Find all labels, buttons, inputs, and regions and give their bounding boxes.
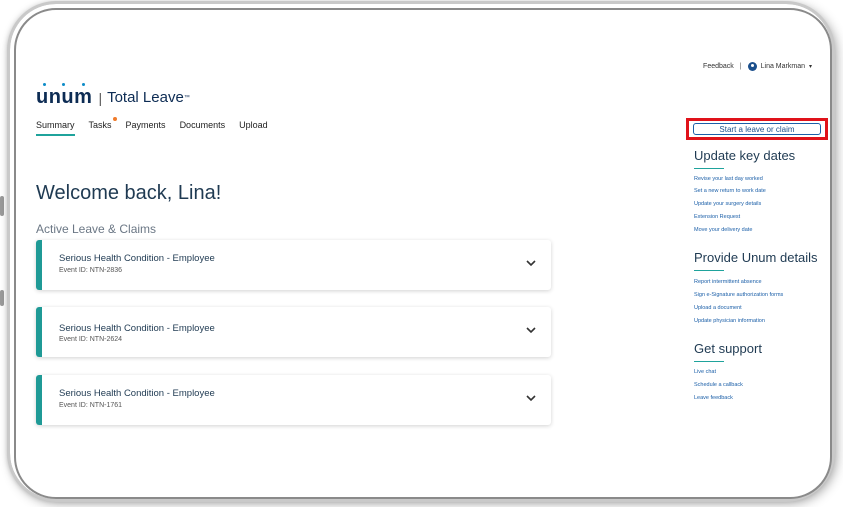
claim-event-id: Event ID: NTN-2624 [59, 336, 123, 343]
chevron-down-icon[interactable] [525, 392, 537, 404]
notification-dot [112, 117, 117, 121]
claim-card[interactable]: Serious Health Condition - Employee Even… [36, 375, 551, 425]
start-leave-label: Start a leave or claim [719, 124, 795, 134]
trademark-symbol: ™ [183, 94, 190, 101]
tab-label: Documents [179, 120, 226, 130]
feedback-link[interactable]: Feedback [703, 63, 734, 70]
card-accent [36, 375, 42, 425]
tab-upload[interactable]: Upload [239, 120, 268, 136]
claim-event-id: Event ID: NTN-1761 [59, 402, 123, 409]
user-menu[interactable]: Lina Markman ▾ [747, 62, 812, 71]
tab-label: Tasks [88, 120, 112, 130]
edge-mark [0, 290, 4, 306]
user-bar: Feedback | Lina Markman ▾ [703, 62, 812, 71]
claim-title: Serious Health Condition - Employee [59, 388, 215, 399]
sidebar-link[interactable]: Extension Request [694, 214, 740, 220]
sidebar-link[interactable]: Set a new return to work date [694, 188, 766, 194]
card-accent [36, 240, 42, 290]
browser-frame: Feedback | Lina Markman ▾ unum | Total L… [14, 8, 832, 499]
claim-title: Serious Health Condition - Employee [59, 323, 215, 334]
logo-dots [36, 83, 116, 89]
header-separator: | [739, 63, 742, 70]
sidebar-heading: Provide Unum details [694, 250, 818, 265]
sidebar-link[interactable]: Upload a document [694, 305, 742, 311]
sidebar-link[interactable]: Report intermittent absence [694, 279, 762, 285]
heading-underline [694, 168, 724, 169]
user-circle-icon [747, 62, 757, 71]
chevron-down-icon[interactable] [525, 257, 537, 269]
start-leave-button[interactable]: Start a leave or claim [693, 123, 821, 135]
claim-event-id: Event ID: NTN-2836 [59, 267, 123, 274]
heading-underline [694, 270, 724, 271]
logo-separator: | [98, 89, 103, 106]
chevron-down-icon[interactable] [525, 324, 537, 336]
tab-summary[interactable]: Summary [36, 120, 75, 136]
claim-title: Serious Health Condition - Employee [59, 253, 215, 264]
brand-logo[interactable]: unum | Total Leave ™ [36, 83, 190, 109]
sidebar-link[interactable]: Update your surgery details [694, 201, 761, 207]
tab-label: Payments [125, 120, 166, 130]
claim-card[interactable]: Serious Health Condition - Employee Even… [36, 307, 551, 357]
tab-documents[interactable]: Documents [180, 120, 226, 136]
sidebar-heading: Update key dates [694, 148, 796, 163]
sidebar-link[interactable]: Schedule a callback [694, 382, 743, 388]
sidebar-link[interactable]: Sign e-Signature authorization forms [694, 292, 783, 298]
caret-down-icon: ▾ [808, 64, 812, 70]
edge-mark [0, 196, 4, 216]
unum-wordmark: unum [36, 86, 93, 108]
card-accent [36, 307, 42, 357]
tab-label: Summary [36, 120, 75, 130]
main-nav: Summary Tasks Payments Documents Upload [36, 117, 268, 136]
claim-card[interactable]: Serious Health Condition - Employee Even… [36, 240, 551, 290]
section-heading: Active Leave & Claims [36, 222, 157, 236]
tab-payments[interactable]: Payments [126, 120, 166, 136]
user-name: Lina Markman [760, 63, 805, 70]
cta-highlight-box: Start a leave or claim [686, 118, 828, 140]
sidebar-link[interactable]: Update physician information [694, 318, 765, 324]
sidebar-link[interactable]: Live chat [694, 369, 716, 375]
page-title: Welcome back, Lina! [36, 182, 222, 204]
sidebar-link[interactable]: Revise your last day worked [694, 176, 763, 182]
sidebar-heading: Get support [694, 341, 762, 356]
heading-underline [694, 361, 724, 362]
sidebar-link[interactable]: Move your delivery date [694, 227, 752, 233]
product-name: Total Leave [107, 89, 184, 106]
tab-tasks[interactable]: Tasks [88, 117, 117, 136]
tab-label: Upload [239, 120, 268, 130]
screenshot-stage: Feedback | Lina Markman ▾ unum | Total L… [0, 0, 843, 507]
sidebar-link[interactable]: Leave feedback [694, 395, 733, 401]
